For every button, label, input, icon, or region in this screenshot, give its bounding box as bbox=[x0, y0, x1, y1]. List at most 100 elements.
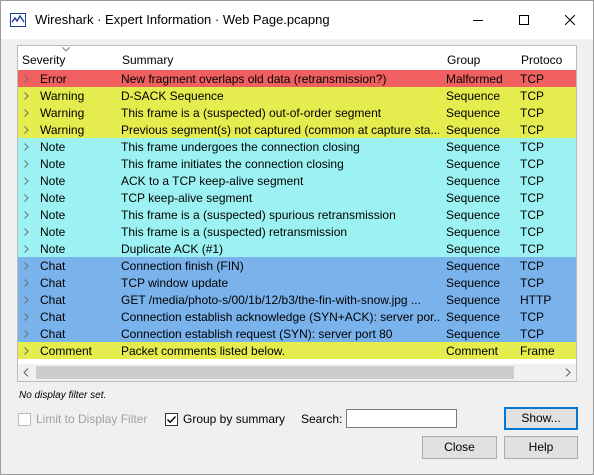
table-row[interactable]: Warning This frame is a (suspected) out-… bbox=[18, 104, 576, 121]
table-row[interactable]: Note This frame is a (suspected) spuriou… bbox=[18, 206, 576, 223]
summary-cell: D-SACK Sequence bbox=[121, 89, 224, 103]
summary-cell: Connection finish (FIN) bbox=[121, 259, 244, 273]
expand-arrow-icon[interactable] bbox=[21, 172, 33, 189]
expert-info-tree[interactable]: Severity Summary Group Protoco Error New… bbox=[17, 45, 577, 382]
expand-arrow-icon[interactable] bbox=[21, 308, 33, 325]
sort-indicator-icon bbox=[62, 47, 70, 52]
expand-arrow-icon[interactable] bbox=[21, 274, 33, 291]
protocol-cell: TCP bbox=[520, 259, 544, 273]
table-row[interactable]: Note This frame is a (suspected) retrans… bbox=[18, 223, 576, 240]
table-row[interactable]: Note This frame undergoes the connection… bbox=[18, 138, 576, 155]
expand-arrow-icon[interactable] bbox=[21, 223, 33, 240]
expand-arrow-icon[interactable] bbox=[21, 87, 33, 104]
table-row[interactable]: Chat Connection finish (FIN) Sequence TC… bbox=[18, 257, 576, 274]
group-by-summary-label[interactable]: Group by summary bbox=[183, 412, 285, 426]
group-cell: Sequence bbox=[446, 225, 501, 239]
table-row[interactable]: Error New fragment overlaps old data (re… bbox=[18, 70, 576, 87]
table-row[interactable]: Chat Connection establish request (SYN):… bbox=[18, 325, 576, 342]
severity-cell: Chat bbox=[40, 259, 66, 273]
table-row[interactable]: Chat TCP window update Sequence TCP bbox=[18, 274, 576, 291]
table-row[interactable]: Note TCP keep-alive segment Sequence TCP bbox=[18, 189, 576, 206]
protocol-cell: HTTP bbox=[520, 293, 552, 307]
group-cell: Sequence bbox=[446, 89, 501, 103]
table-row[interactable]: Note ACK to a TCP keep-alive segment Seq… bbox=[18, 172, 576, 189]
group-cell: Sequence bbox=[446, 293, 501, 307]
help-button[interactable]: Help bbox=[504, 436, 578, 459]
expand-arrow-icon[interactable] bbox=[21, 104, 33, 121]
group-cell: Sequence bbox=[446, 123, 501, 137]
table-row[interactable]: Warning Previous segment(s) not captured… bbox=[18, 121, 576, 138]
horizontal-scrollbar[interactable] bbox=[18, 364, 576, 381]
protocol-cell: TCP bbox=[520, 72, 544, 86]
expand-arrow-icon[interactable] bbox=[21, 189, 33, 206]
expand-arrow-icon[interactable] bbox=[21, 240, 33, 257]
header-protocol[interactable]: Protoco bbox=[521, 53, 562, 67]
display-filter-note: No display filter set. bbox=[19, 390, 107, 401]
expand-arrow-icon[interactable] bbox=[21, 325, 33, 342]
maximize-button[interactable] bbox=[501, 1, 547, 39]
severity-cell: Note bbox=[40, 225, 66, 239]
table-row[interactable]: Comment Packet comments listed below. Co… bbox=[18, 342, 576, 359]
summary-cell: TCP window update bbox=[121, 276, 229, 290]
minimize-icon bbox=[473, 20, 483, 21]
expand-arrow-icon[interactable] bbox=[21, 257, 33, 274]
protocol-cell: TCP bbox=[520, 123, 544, 137]
severity-cell: Note bbox=[40, 157, 66, 171]
scroll-right-button[interactable] bbox=[559, 364, 576, 381]
severity-cell: Note bbox=[40, 242, 66, 256]
expand-arrow-icon[interactable] bbox=[21, 206, 33, 223]
scroll-left-button[interactable] bbox=[18, 364, 35, 381]
severity-cell: Note bbox=[40, 208, 66, 222]
group-cell: Sequence bbox=[446, 174, 501, 188]
summary-cell: Duplicate ACK (#1) bbox=[121, 242, 224, 256]
protocol-cell: TCP bbox=[520, 191, 544, 205]
summary-cell: This frame is a (suspected) out-of-order… bbox=[121, 106, 382, 120]
header-severity[interactable]: Severity bbox=[22, 53, 65, 67]
table-row[interactable]: Chat GET /media/photo-s/00/1b/12/b3/the-… bbox=[18, 291, 576, 308]
severity-cell: Chat bbox=[40, 276, 66, 290]
summary-cell: GET /media/photo-s/00/1b/12/b3/the-fin-w… bbox=[121, 293, 421, 307]
expand-arrow-icon[interactable] bbox=[21, 155, 33, 172]
summary-cell: This frame is a (suspected) spurious ret… bbox=[121, 208, 396, 222]
group-cell: Sequence bbox=[446, 259, 501, 273]
close-button[interactable]: Close bbox=[422, 436, 497, 459]
table-row[interactable]: Note Duplicate ACK (#1) Sequence TCP bbox=[18, 240, 576, 257]
expand-arrow-icon[interactable] bbox=[21, 70, 33, 87]
minimize-button[interactable] bbox=[455, 1, 501, 39]
expand-arrow-icon[interactable] bbox=[21, 291, 33, 308]
title-bar[interactable]: Wireshark · Expert Information · Web Pag… bbox=[1, 1, 593, 39]
scroll-left-icon bbox=[23, 368, 29, 377]
expand-arrow-icon[interactable] bbox=[21, 138, 33, 155]
severity-cell: Chat bbox=[40, 293, 66, 307]
severity-cell: Chat bbox=[40, 327, 66, 341]
protocol-cell: TCP bbox=[520, 242, 544, 256]
table-row[interactable]: Warning D-SACK Sequence Sequence TCP bbox=[18, 87, 576, 104]
group-by-summary-checkbox[interactable] bbox=[165, 413, 178, 426]
table-row[interactable]: Chat Connection establish acknowledge (S… bbox=[18, 308, 576, 325]
protocol-cell: TCP bbox=[520, 174, 544, 188]
header-summary[interactable]: Summary bbox=[122, 53, 173, 67]
table-row[interactable]: Note This frame initiates the connection… bbox=[18, 155, 576, 172]
protocol-cell: TCP bbox=[520, 140, 544, 154]
group-cell: Sequence bbox=[446, 191, 501, 205]
protocol-cell: TCP bbox=[520, 276, 544, 290]
severity-cell: Comment bbox=[40, 344, 93, 358]
severity-cell: Note bbox=[40, 191, 66, 205]
search-input[interactable] bbox=[346, 409, 457, 428]
summary-cell: Packet comments listed below. bbox=[121, 344, 286, 358]
header-group[interactable]: Group bbox=[447, 53, 480, 67]
show-button[interactable]: Show... bbox=[504, 407, 578, 430]
expand-arrow-icon[interactable] bbox=[21, 342, 33, 359]
expand-arrow-icon[interactable] bbox=[21, 121, 33, 138]
limit-to-display-filter-checkbox[interactable] bbox=[18, 413, 31, 426]
group-cell: Sequence bbox=[446, 106, 501, 120]
group-cell: Sequence bbox=[446, 276, 501, 290]
limit-to-display-filter-label[interactable]: Limit to Display Filter bbox=[36, 412, 147, 426]
group-cell: Sequence bbox=[446, 208, 501, 222]
group-cell: Comment bbox=[446, 344, 499, 358]
group-cell: Malformed bbox=[446, 72, 503, 86]
severity-cell: Warning bbox=[40, 123, 85, 137]
close-window-button[interactable] bbox=[547, 1, 593, 39]
scrollbar-thumb[interactable] bbox=[36, 366, 514, 379]
severity-cell: Warning bbox=[40, 89, 85, 103]
